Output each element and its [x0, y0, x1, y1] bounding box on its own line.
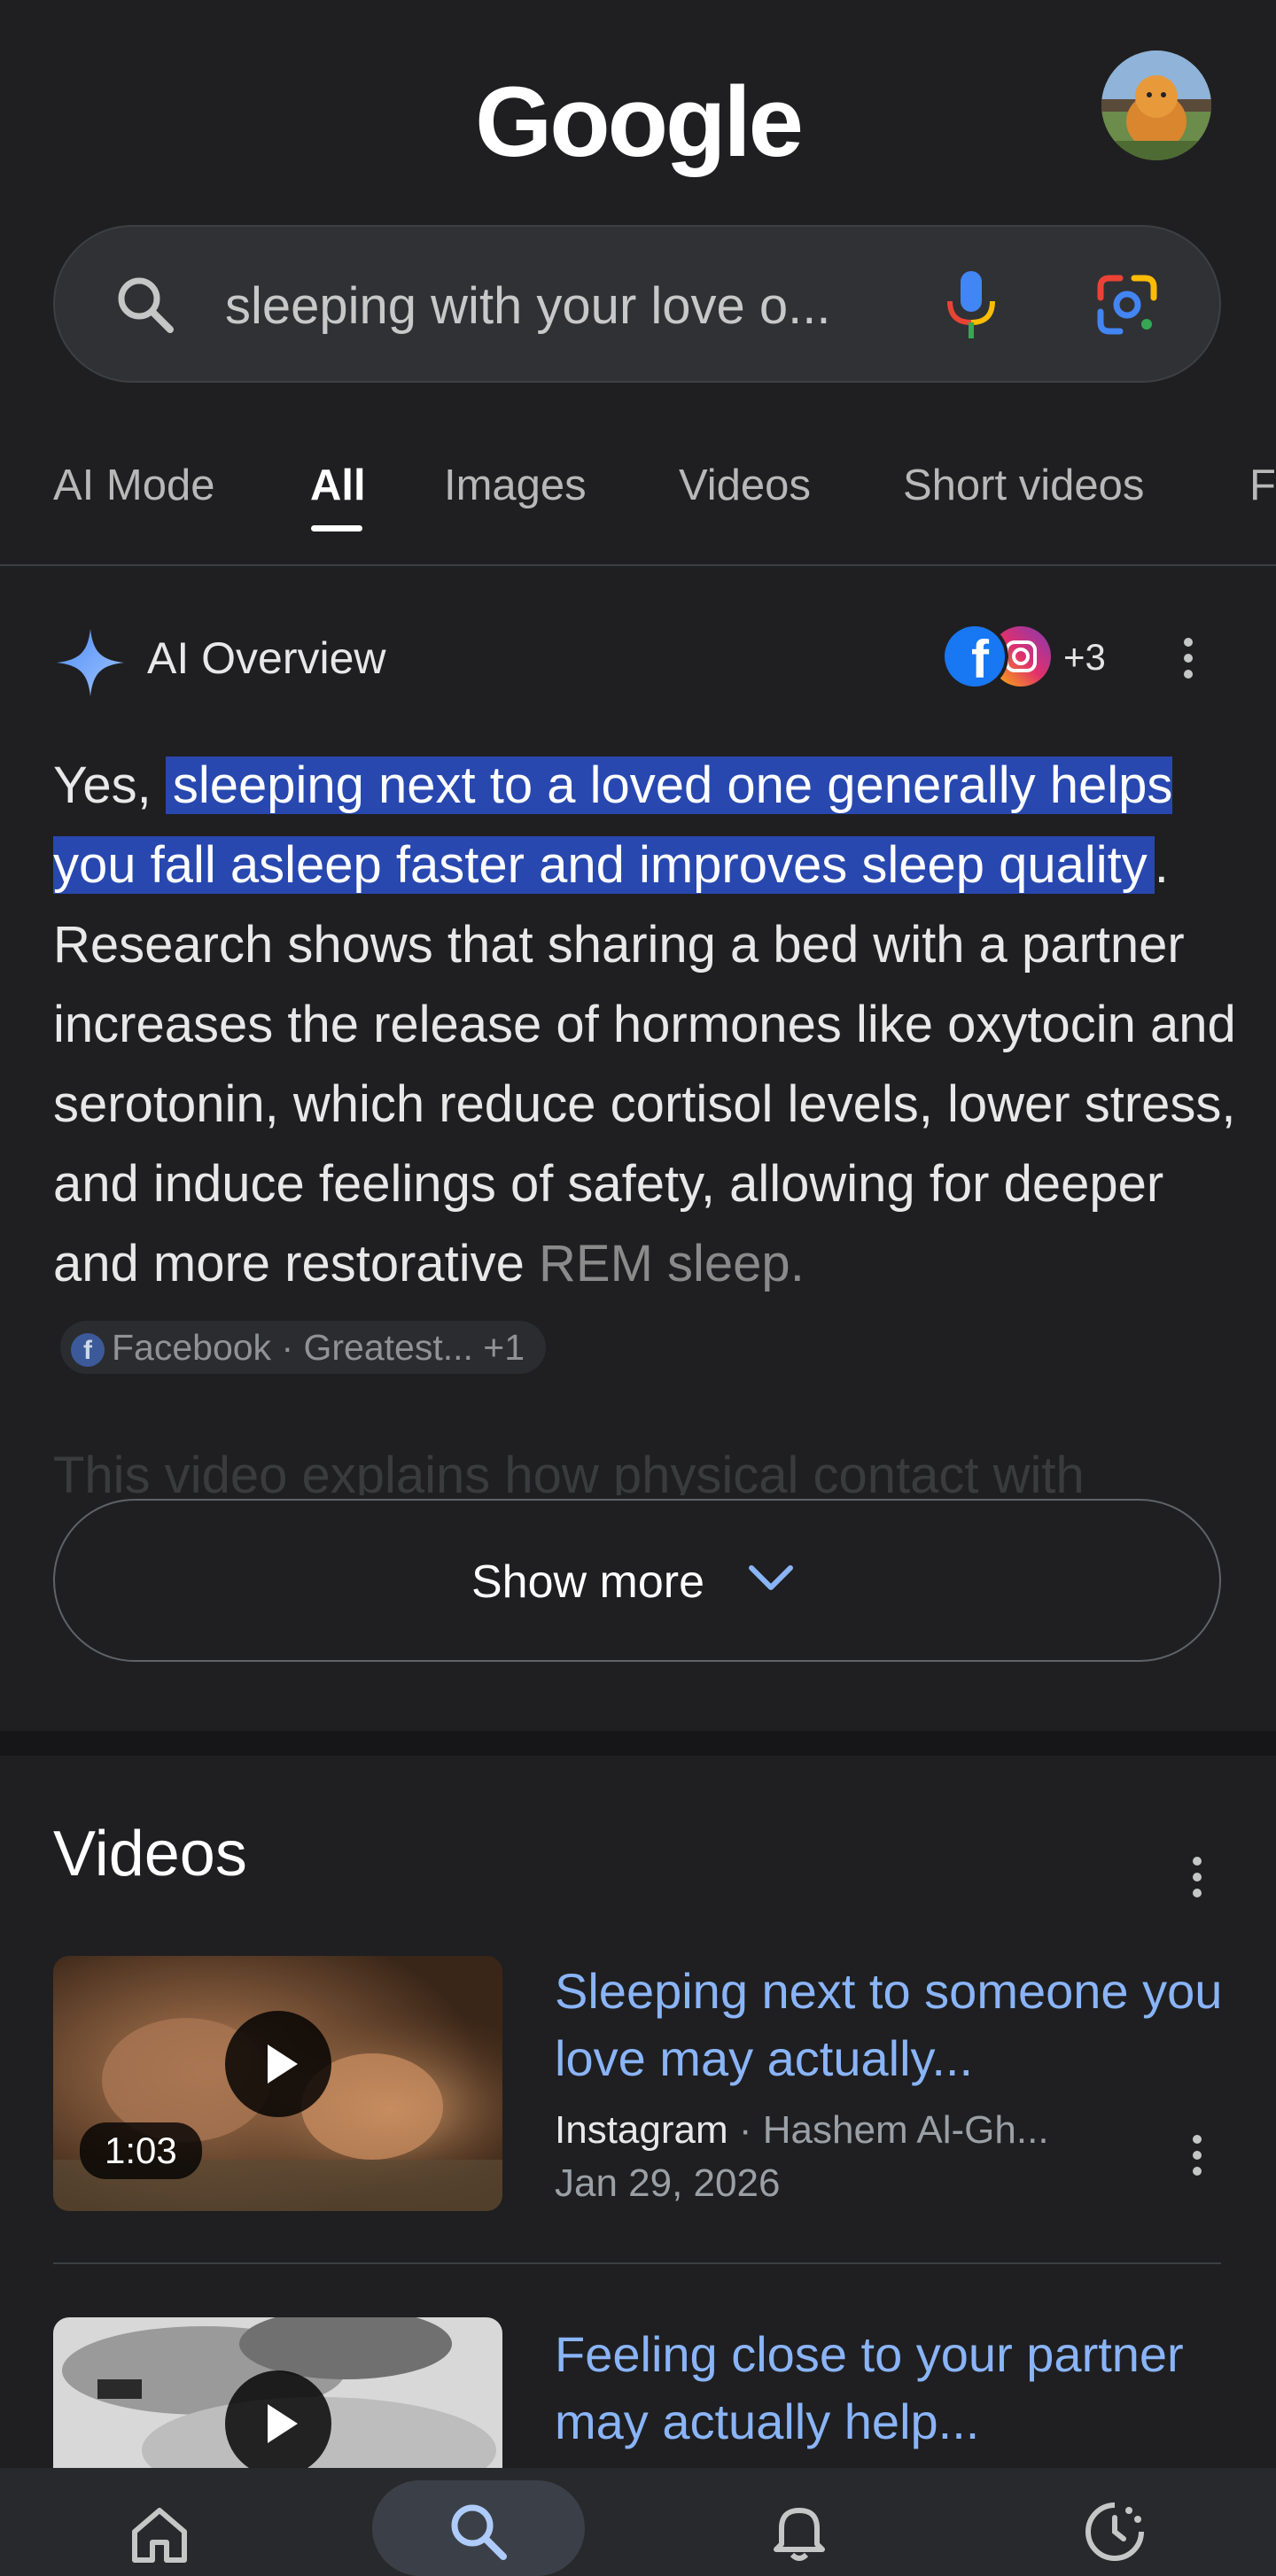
more-options-icon[interactable] — [1179, 636, 1198, 685]
video-title[interactable]: Sleeping next to someone you love may ac… — [555, 1958, 1237, 2092]
activity-icon[interactable] — [1083, 2500, 1147, 2568]
video-date: Jan 29, 2026 — [555, 2161, 781, 2205]
truncated-overview-line: This video explains how physical contact… — [53, 1447, 1085, 1495]
search-icon[interactable] — [447, 2500, 510, 2568]
tab-short-videos[interactable]: Short videos — [903, 461, 1144, 510]
video-duration: 1:03 — [80, 2122, 202, 2179]
notifications-icon[interactable] — [771, 2500, 828, 2568]
overview-intro: Yes, — [53, 757, 166, 814]
lens-icon[interactable] — [1093, 271, 1161, 343]
tabs-divider — [0, 564, 1276, 566]
video-author: Hashem Al-Gh... — [762, 2108, 1049, 2152]
profile-avatar[interactable] — [1101, 50, 1211, 160]
video-divider — [53, 2262, 1221, 2264]
overview-body: . Research shows that sharing a bed with… — [53, 836, 1236, 1292]
video-source-separator: · — [738, 2108, 752, 2152]
videos-heading: Videos — [53, 1819, 247, 1889]
ai-overview-title: AI Overview — [147, 633, 386, 683]
tab-more[interactable]: F — [1249, 461, 1276, 510]
facebook-icon: f — [71, 1332, 105, 1367]
video-title[interactable]: Feeling close to your partner may actual… — [555, 2321, 1237, 2456]
overview-highlight: sleeping next to a loved one generally h… — [53, 757, 1173, 894]
section-separator — [0, 1731, 1276, 1756]
show-more-label: Show more — [471, 1556, 704, 1608]
videos-more-options-icon[interactable] — [1187, 1855, 1207, 1904]
citation-chip-label: Facebook · Greatest... +1 — [112, 1326, 525, 1368]
svg-text:f: f — [971, 630, 990, 689]
tab-all[interactable]: All — [310, 461, 366, 510]
citation-chip[interactable]: f Facebook · Greatest... +1 — [60, 1320, 547, 1374]
ai-sparkle-icon — [53, 625, 128, 704]
video-source: Instagram — [555, 2108, 728, 2152]
video-more-options-icon[interactable] — [1187, 2133, 1207, 2182]
overview-fade: REM sleep. — [539, 1235, 805, 1292]
search-icon — [113, 273, 177, 341]
play-icon[interactable] — [225, 2370, 331, 2477]
mic-icon[interactable] — [943, 268, 1000, 346]
tab-ai-mode[interactable]: AI Mode — [53, 461, 214, 510]
ai-overview-text: Yes, sleeping next to a loved one genera… — [53, 746, 1236, 1384]
google-logo[interactable]: Google — [0, 73, 1276, 172]
source-count[interactable]: +3 — [1063, 636, 1106, 679]
tab-images[interactable]: Images — [444, 461, 587, 510]
video-source-line: Instagram · Hashem Al-Gh... — [555, 2108, 1049, 2153]
chevron-down-icon — [746, 1561, 796, 1601]
play-icon[interactable] — [225, 2011, 331, 2117]
home-icon[interactable] — [128, 2503, 191, 2570]
tab-videos[interactable]: Videos — [679, 461, 811, 510]
source-icons[interactable]: f — [938, 620, 1053, 693]
search-input[interactable]: sleeping with your love o... — [225, 276, 830, 336]
active-tab-indicator — [311, 525, 362, 531]
